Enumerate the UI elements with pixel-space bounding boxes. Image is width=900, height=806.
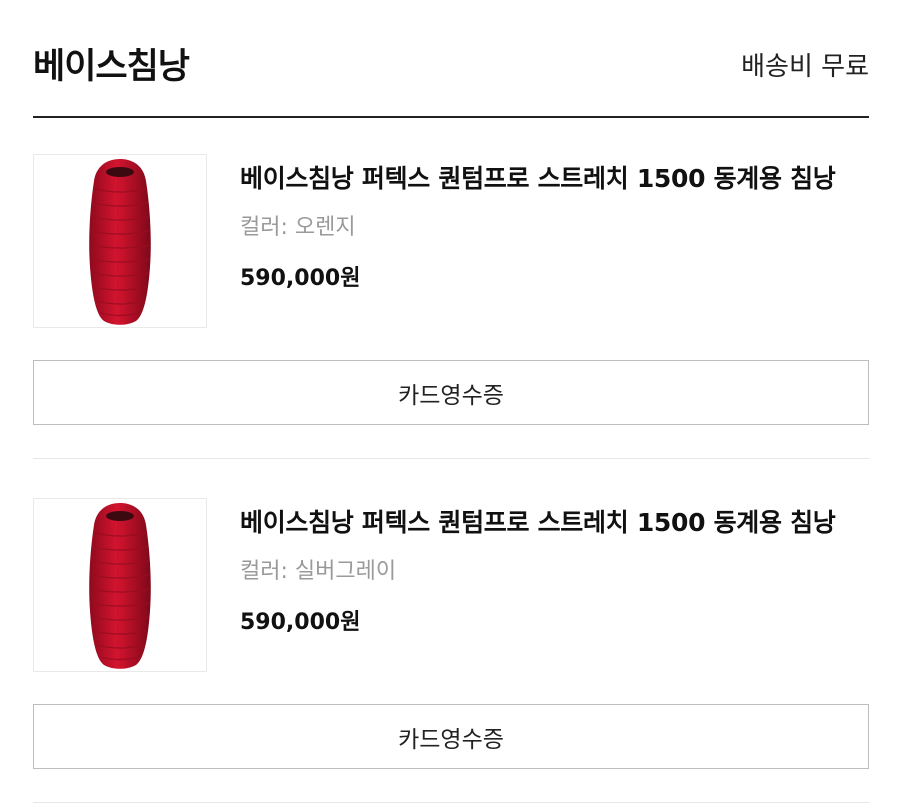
card-receipt-button[interactable]: 카드영수증 [33,704,869,769]
product-title[interactable]: 베이스침낭 퍼텍스 퀀텀프로 스트레치 1500 동계용 침낭 [240,503,869,539]
product-option: 컬러: 실버그레이 [240,559,397,584]
product-price: 590,000원 [240,610,361,635]
sleeping-bag-image [89,503,151,669]
product-price: 590,000원 [240,266,361,291]
product-thumbnail[interactable] [33,154,207,328]
product-thumbnail[interactable] [33,498,207,672]
product-title[interactable]: 베이스침낭 퍼텍스 퀀텀프로 스트레치 1500 동계용 침낭 [240,159,869,195]
shipping-fee-label: 배송비 무료 [741,52,869,82]
sleeping-bag-image [89,159,151,325]
product-option: 컬러: 오렌지 [240,215,356,240]
order-header: 베이스침낭 배송비 무료 [33,0,869,118]
order-item: 베이스침낭 퍼텍스 퀀텀프로 스트레치 1500 동계용 침낭 컬러: 오렌지 … [33,119,869,459]
order-item: 베이스침낭 퍼텍스 퀀텀프로 스트레치 1500 동계용 침낭 컬러: 실버그레… [33,463,869,803]
card-receipt-button[interactable]: 카드영수증 [33,360,869,425]
store-name: 베이스침낭 [33,47,190,87]
